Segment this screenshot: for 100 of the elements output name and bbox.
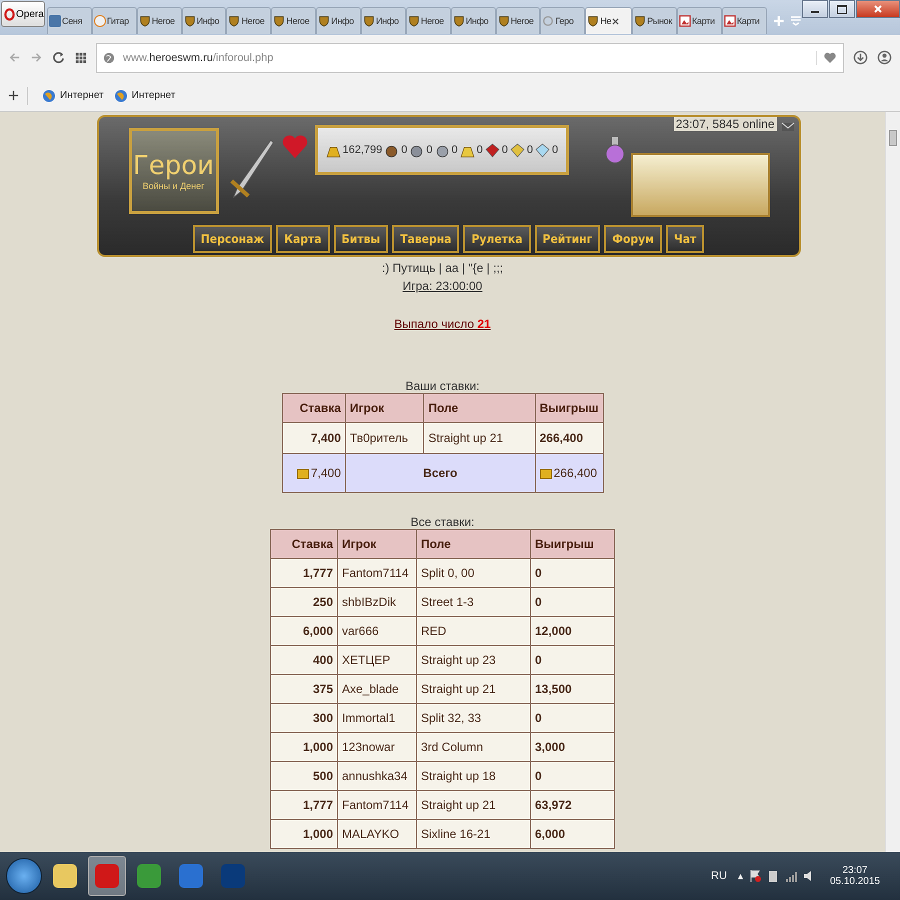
- browser-tab[interactable]: Heroe: [271, 7, 316, 34]
- shield-icon: [587, 15, 600, 27]
- table-cell: Straight up 23: [416, 646, 530, 674]
- browser-tab[interactable]: Инфо: [316, 7, 362, 34]
- close-icon[interactable]: [856, 0, 900, 18]
- ok-icon: [94, 15, 106, 27]
- heart-icon[interactable]: [816, 50, 837, 64]
- browser-tab[interactable]: Рынок: [632, 7, 677, 34]
- add-bookmark-icon[interactable]: [8, 90, 19, 101]
- bookmark-link[interactable]: Интернет: [114, 88, 176, 102]
- resource-count: 162,799: [342, 144, 382, 156]
- browser-tab[interactable]: Карти: [676, 7, 722, 34]
- table-cell: 250: [270, 588, 338, 616]
- table-cell: 3rd Column: [416, 732, 530, 762]
- table-cell: 375: [270, 674, 338, 704]
- browser-tab[interactable]: Heroe: [226, 7, 272, 34]
- nav-button[interactable]: Рулетка: [463, 225, 531, 253]
- table-cell: 63,972: [530, 790, 614, 820]
- table-cell: Split 0, 00: [416, 558, 530, 588]
- start-button[interactable]: [6, 858, 42, 894]
- browser-tab[interactable]: Heroe: [406, 7, 451, 34]
- minimize-icon[interactable]: [802, 0, 828, 18]
- column-header: Выигрыш: [535, 394, 603, 422]
- browser-tab[interactable]: Геро: [540, 7, 586, 34]
- nav-button[interactable]: Рейтинг: [534, 225, 600, 253]
- language-indicator[interactable]: RU: [711, 870, 727, 882]
- vk-icon: [49, 15, 61, 27]
- column-header: Выигрыш: [530, 530, 614, 558]
- table-cell: Sixline 16-21: [416, 820, 530, 848]
- browser-tab[interactable]: Heroe: [136, 7, 182, 34]
- table-cell: Тв0ритель: [345, 422, 424, 454]
- browser-tab[interactable]: Сеня: [47, 7, 92, 34]
- shield-icon: [498, 15, 510, 27]
- table-cell: 500: [270, 762, 338, 790]
- globe-icon: [114, 88, 128, 102]
- tray-arrow-icon[interactable]: [736, 872, 744, 880]
- table-cell: Immortal1: [338, 704, 416, 732]
- logo-subtitle: Войны и Денег: [142, 181, 204, 191]
- close-tab-icon[interactable]: [612, 18, 620, 24]
- opera-menu-button[interactable]: Opera: [1, 1, 45, 27]
- result-link[interactable]: Выпало число 21: [394, 317, 491, 331]
- diamond-icon: [535, 142, 550, 158]
- links-line: :) Путищь | аа | "{е | ;;;: [382, 261, 504, 275]
- nav-button[interactable]: Чат: [666, 225, 704, 253]
- shield-icon: [452, 15, 465, 27]
- shield-icon: [228, 15, 240, 27]
- browser-tab[interactable]: Не: [585, 7, 632, 34]
- browser-tab[interactable]: Гитар: [92, 7, 137, 34]
- bookmark-link[interactable]: Интернет: [42, 88, 104, 102]
- address-field[interactable]: www.heroeswm.ru/inforoul.php: [96, 42, 844, 72]
- clock[interactable]: 23:07 05.10.2015: [830, 865, 880, 887]
- grid-icon[interactable]: [74, 51, 87, 64]
- logo-title: Герои: [132, 151, 214, 181]
- signal-icon[interactable]: [784, 869, 798, 883]
- table-cell: Straight up 21: [416, 674, 530, 704]
- game-time-link[interactable]: Игра: 23:00:00: [402, 279, 482, 293]
- table-cell: Fantom7114: [338, 558, 416, 588]
- account-icon[interactable]: [877, 50, 892, 65]
- table-cell: 266,400: [535, 422, 603, 454]
- gem-icon: [510, 142, 525, 158]
- nav-button[interactable]: Персонаж: [192, 225, 272, 253]
- table-cell: 123nowar: [338, 732, 416, 762]
- globe-icon: [42, 88, 56, 102]
- column-header: Игрок: [345, 394, 424, 422]
- column-header: Поле: [424, 394, 536, 422]
- table-cell: 266,400: [535, 454, 603, 492]
- flag-icon[interactable]: [748, 869, 762, 883]
- picture-icon: [678, 15, 691, 27]
- game-logo[interactable]: Герои Войны и Денег: [128, 128, 218, 214]
- resource-count: 0: [476, 144, 483, 156]
- maximize-icon[interactable]: [829, 0, 856, 18]
- table-cell: 1,000: [270, 732, 338, 762]
- nav-button[interactable]: Битвы: [334, 225, 388, 253]
- nav-button[interactable]: Таверна: [392, 225, 460, 253]
- browser-tab[interactable]: Карти: [722, 7, 767, 34]
- table-cell: MALAYKO: [338, 820, 416, 848]
- nav-button[interactable]: Форум: [604, 225, 662, 253]
- shield-icon: [363, 15, 376, 27]
- resource-count: 0: [426, 144, 433, 156]
- download-icon[interactable]: [853, 50, 868, 65]
- table-cell: 400: [270, 646, 338, 674]
- table-cell: Straight up 21: [416, 790, 530, 820]
- browser-tab[interactable]: Инфо: [361, 7, 406, 34]
- reload-icon[interactable]: [52, 51, 65, 64]
- browser-tab[interactable]: Инфо: [182, 7, 226, 34]
- online-text: 23:07, 5845 online: [674, 117, 776, 131]
- shield-icon: [184, 15, 196, 27]
- table-cell: Straight up 18: [416, 762, 530, 790]
- resource-count: 0: [452, 144, 458, 156]
- nav-button[interactable]: Карта: [276, 225, 330, 253]
- table-cell: 300: [270, 704, 338, 732]
- scrollbar[interactable]: [885, 112, 900, 852]
- browser-tab[interactable]: Heroe: [496, 7, 540, 34]
- shield-icon: [138, 15, 151, 27]
- table-cell: 0: [530, 558, 614, 588]
- table-cell: XETЦEP: [338, 646, 416, 674]
- table-cell: 6,000: [530, 820, 614, 848]
- browser-tab[interactable]: Инфо: [450, 7, 496, 34]
- table-cell: 1,777: [270, 558, 338, 588]
- picture-icon: [724, 15, 736, 27]
